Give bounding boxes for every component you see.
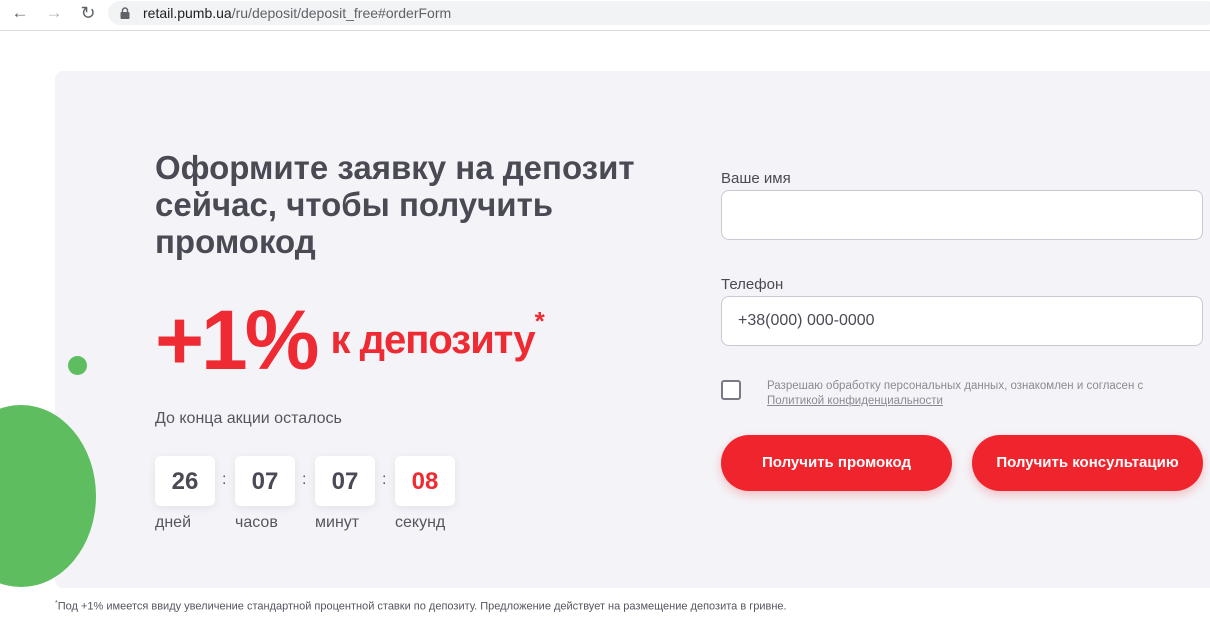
countdown-separator: : [222,471,227,488]
promo-asterisk: * [534,306,545,336]
promo-banner: +1% к депозиту* [155,292,545,389]
lock-icon [120,7,130,19]
name-label: Ваше имя [721,170,791,187]
address-bar[interactable]: retail.pumb.ua/ru/deposit/deposit_free#o… [108,1,1210,25]
back-arrow-icon[interactable]: ← [10,3,30,23]
countdown-seconds-label: секунд [395,514,446,531]
countdown-label: До конца акции осталось [155,410,342,427]
name-field[interactable] [721,190,1203,240]
footnote: *Под +1% имеется ввиду увеличение станда… [55,600,787,613]
toolbar-divider [0,30,1210,31]
url-text: retail.pumb.ua/ru/deposit/deposit_free#o… [143,5,451,21]
countdown-minutes-label: минут [315,514,360,531]
phone-field[interactable] [721,296,1203,346]
countdown-hours-label: часов [235,514,278,531]
privacy-policy-link[interactable]: Политикой конфиденциальности [767,395,943,407]
get-promocode-button[interactable]: Получить промокод [721,435,952,491]
consent-label: Разрешаю обработку персональных данных, … [767,380,1144,392]
forward-arrow-icon[interactable]: → [44,3,64,23]
browser-toolbar: ← → ↻ retail.pumb.ua/ru/deposit/deposit_… [0,0,1210,26]
countdown-separator: : [302,471,307,488]
footnote-text: Под +1% имеется ввиду увеличение стандар… [57,600,787,613]
countdown-seconds: 08 [395,456,455,506]
consent-checkbox[interactable] [721,380,741,400]
countdown-days: 26 [155,456,215,506]
consent-text: Разрешаю обработку персональных данных, … [767,379,1207,409]
page-title: Оформите заявку на депозит сейчас, чтобы… [155,149,635,260]
countdown-hours: 07 [235,456,295,506]
countdown-separator: : [382,471,387,488]
url-host: retail.pumb.ua [143,5,232,21]
reload-icon[interactable]: ↻ [78,3,98,23]
url-path: /ru/deposit/deposit_free#orderForm [231,5,452,21]
phone-label: Телефон [721,276,784,293]
promo-text: к депозиту [330,318,535,362]
promo-percent: +1% [155,293,319,387]
get-consultation-button[interactable]: Получить консультацию [972,435,1203,491]
decorative-green-dot [68,356,87,375]
countdown-minutes: 07 [315,456,375,506]
countdown-days-label: дней [155,514,192,531]
